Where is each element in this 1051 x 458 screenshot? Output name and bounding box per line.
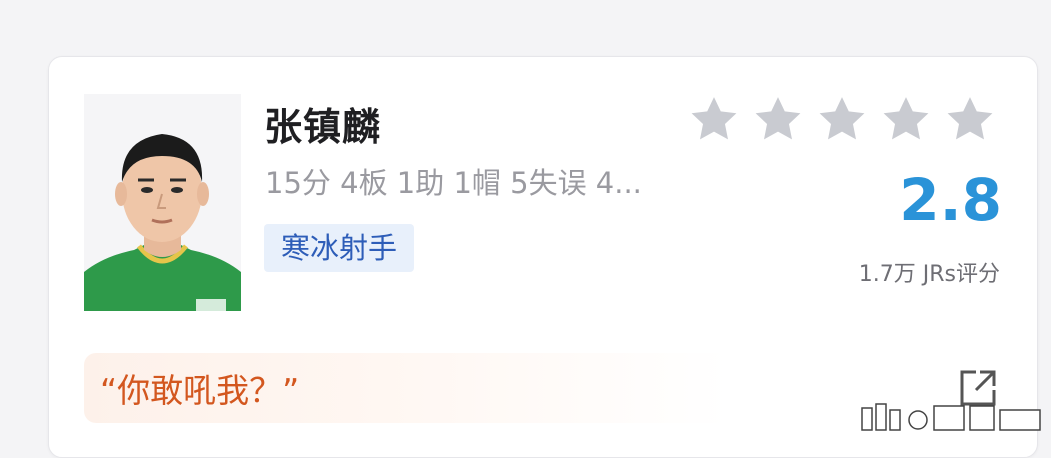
watermark-logo bbox=[861, 403, 1041, 431]
comment-quote: “你敢吼我？” bbox=[100, 371, 300, 410]
star-icon[interactable] bbox=[686, 92, 742, 148]
rating-score: 2.8 bbox=[899, 166, 1002, 234]
player-stats-line: 15分 4板 1助 1帽 5失误 4... bbox=[265, 166, 642, 200]
player-name: 张镇麟 bbox=[264, 105, 382, 149]
star-icon[interactable] bbox=[750, 92, 806, 148]
player-nickname-tag: 寒冰射手 bbox=[264, 224, 414, 272]
star-icon[interactable] bbox=[942, 92, 998, 148]
star-icon[interactable] bbox=[814, 92, 870, 148]
player-avatar bbox=[84, 94, 241, 311]
star-rating[interactable] bbox=[686, 92, 998, 148]
rating-votes-count: 1.7万 JRs评分 bbox=[858, 262, 1000, 287]
star-icon[interactable] bbox=[878, 92, 934, 148]
